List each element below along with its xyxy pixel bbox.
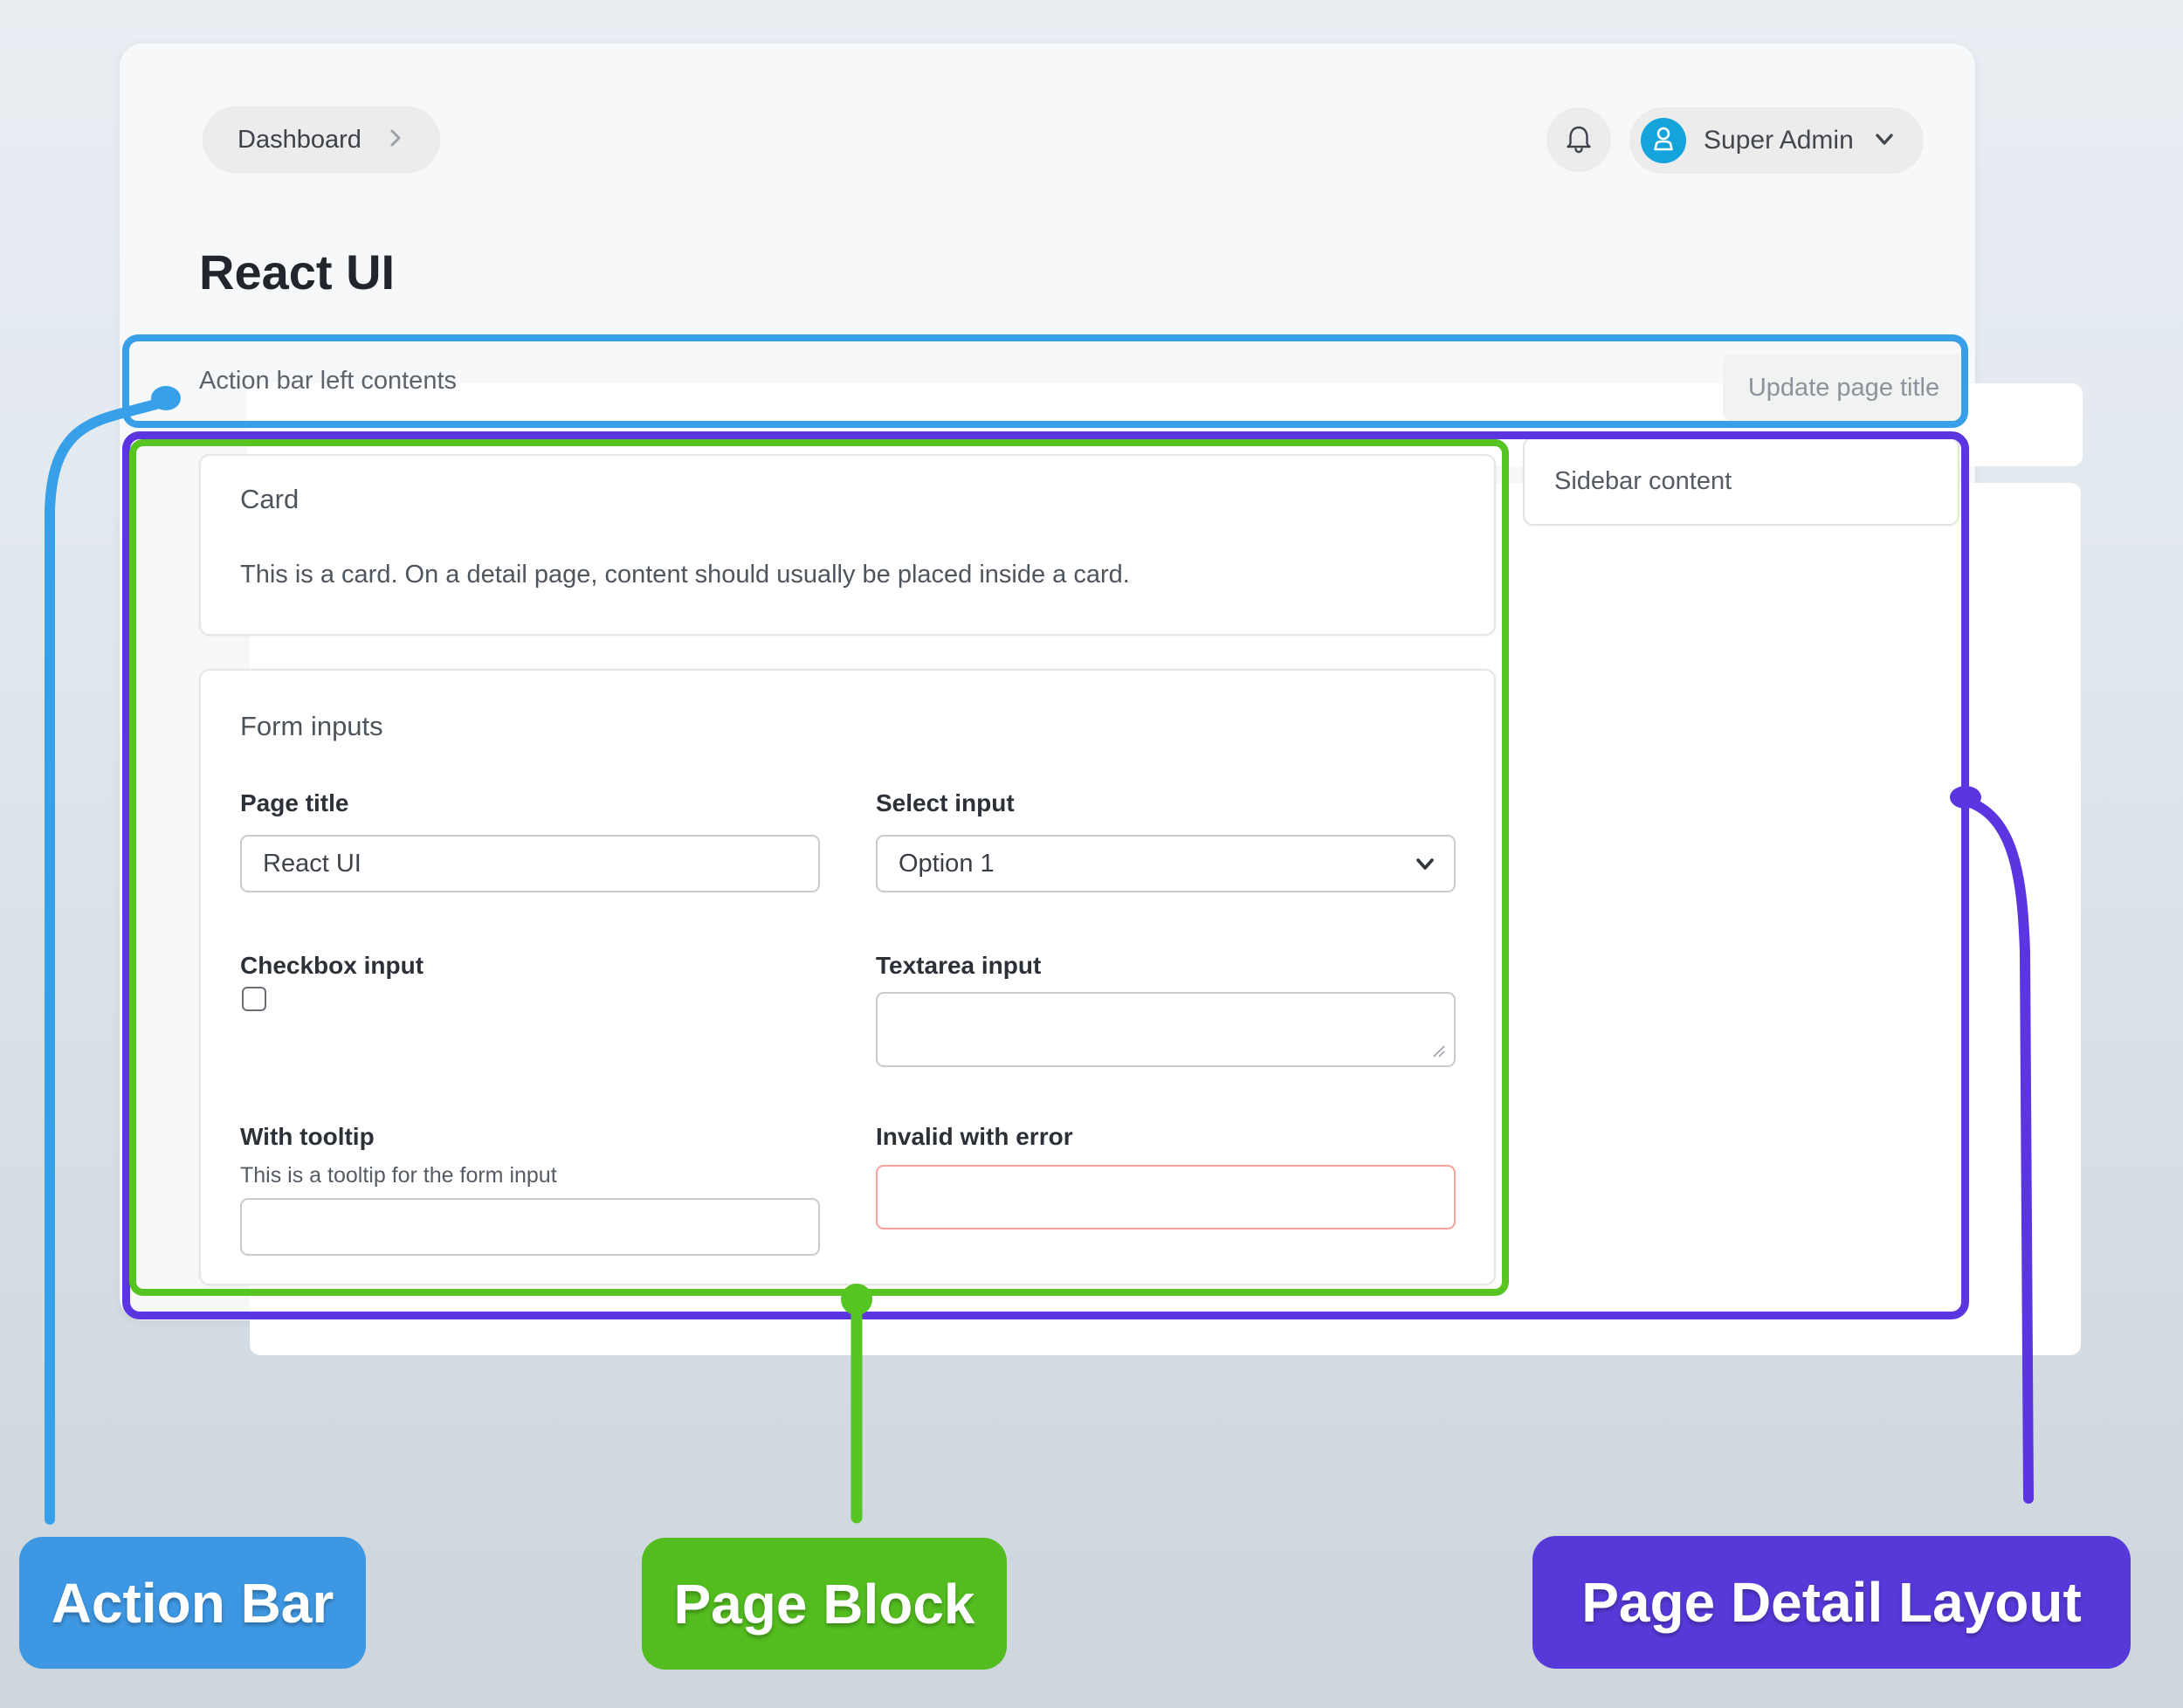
select-field-label: Select input xyxy=(876,789,1015,817)
chevron-right-icon xyxy=(386,128,405,152)
breadcrumb[interactable]: Dashboard xyxy=(203,107,440,173)
avatar xyxy=(1641,118,1686,163)
form-card-title: Form inputs xyxy=(240,711,383,742)
textarea-input[interactable] xyxy=(876,992,1456,1067)
page-title: React UI xyxy=(199,246,395,299)
screenshot-canvas: Dashboard Super Admin React UI xyxy=(0,0,2183,1708)
page-title-field-label: Page title xyxy=(240,789,348,817)
user-menu[interactable]: Super Admin xyxy=(1629,107,1924,174)
page-block-annotation-label: Page Block xyxy=(642,1538,1007,1670)
page-detail-layout-annotation-label: Page Detail Layout xyxy=(1532,1536,2131,1669)
select-input[interactable]: Option 1 xyxy=(876,835,1456,892)
checkbox-field-label: Checkbox input xyxy=(240,952,424,980)
checkbox-input[interactable] xyxy=(242,987,266,1011)
user-name: Super Admin xyxy=(1704,126,1854,155)
tooltip-field-label: With tooltip xyxy=(240,1123,375,1151)
card: Card This is a card. On a detail page, c… xyxy=(199,454,1496,636)
card-body: This is a card. On a detail page, conten… xyxy=(240,561,1130,589)
card-title: Card xyxy=(240,484,299,515)
page-title-input[interactable] xyxy=(240,835,820,892)
breadcrumb-item-dashboard[interactable]: Dashboard xyxy=(238,126,362,155)
invalid-input[interactable] xyxy=(876,1165,1456,1229)
action-bar-left-contents: Action bar left contents xyxy=(199,340,457,423)
action-bar-annotation-label: Action Bar xyxy=(19,1537,366,1669)
form-inputs-card: Form inputs Page title Select input Opti… xyxy=(199,669,1496,1285)
textarea-field-label: Textarea input xyxy=(876,952,1041,980)
user-icon xyxy=(1646,121,1681,161)
invalid-field-label: Invalid with error xyxy=(876,1123,1073,1151)
tooltip-input[interactable] xyxy=(240,1198,820,1256)
sidebar-content-text: Sidebar content xyxy=(1554,467,1732,496)
notifications-button[interactable] xyxy=(1546,107,1611,172)
sidebar-content-card: Sidebar content xyxy=(1523,437,1959,526)
tooltip-text: This is a tooltip for the form input xyxy=(240,1163,557,1188)
chevron-down-icon xyxy=(1871,126,1897,156)
bell-icon xyxy=(1561,121,1596,159)
update-page-title-button[interactable]: Update page title xyxy=(1723,355,1965,421)
